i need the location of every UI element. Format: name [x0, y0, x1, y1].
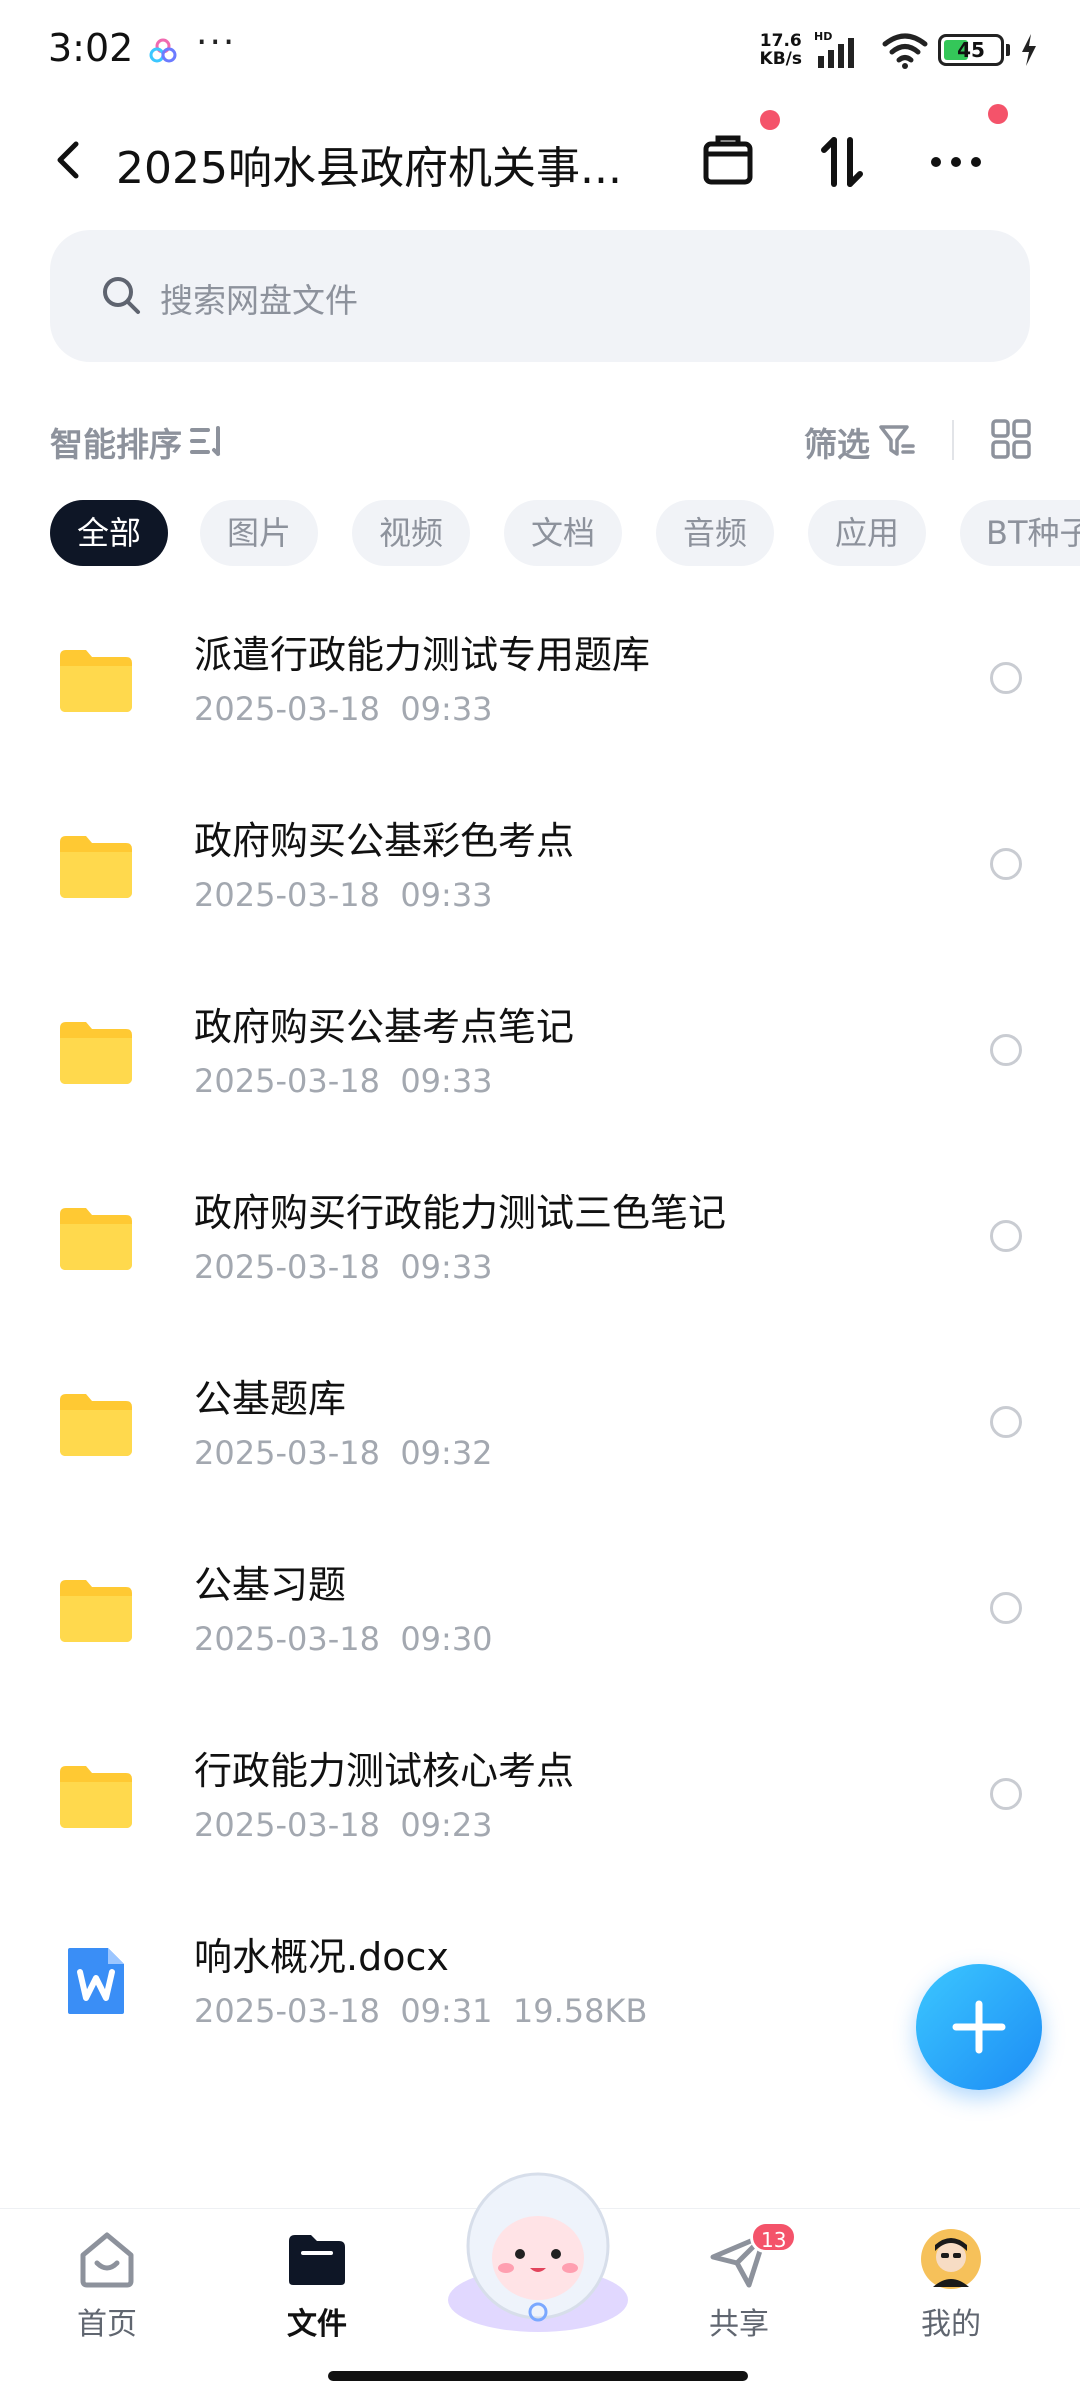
select-checkbox[interactable]: [990, 1592, 1022, 1624]
app-notification-icon: [149, 38, 177, 63]
mascot-icon[interactable]: [436, 2150, 640, 2336]
divider: [952, 420, 954, 460]
add-button[interactable]: [916, 1964, 1042, 2090]
sort-button[interactable]: 智能排序: [50, 418, 182, 466]
status-more-icon: ···: [196, 22, 237, 63]
home-icon: [80, 2232, 134, 2288]
battery-percent: 45: [957, 38, 985, 62]
file-name: 公基题库: [194, 1377, 347, 1421]
list-item[interactable]: 政府购买公基彩色考点 2025-03-18 09:33: [0, 786, 1080, 972]
nav-label: 我的: [921, 2307, 981, 2342]
category-chips: 全部 图片 视频 文档 音频 应用 BT种子: [50, 500, 1080, 568]
charging-icon: [1022, 34, 1036, 66]
folder-icon: [60, 1394, 132, 1456]
status-indicators: 17.6 KB/s HD 45: [760, 28, 1038, 72]
folder-icon: [60, 650, 132, 712]
file-meta: 2025-03-18 09:33: [194, 690, 493, 728]
nav-label: 首页: [77, 2307, 137, 2342]
chip-apps[interactable]: 应用: [808, 500, 926, 566]
select-checkbox[interactable]: [990, 662, 1022, 694]
folder-icon: [60, 1766, 132, 1828]
nav-profile[interactable]: 我的: [876, 2227, 1026, 2343]
home-indicator[interactable]: [328, 2371, 748, 2381]
file-name: 政府购买行政能力测试三色笔记: [194, 1191, 727, 1235]
file-meta: 2025-03-18 09:31 19.58KB: [194, 1992, 648, 2030]
select-checkbox[interactable]: [990, 848, 1022, 880]
sort-order-icon[interactable]: [190, 424, 226, 458]
chip-images[interactable]: 图片: [200, 500, 318, 566]
select-checkbox[interactable]: [990, 1778, 1022, 1810]
folder-icon: [289, 2235, 345, 2285]
file-name: 政府购买公基彩色考点: [194, 819, 575, 863]
file-name: 派遣行政能力测试专用题库: [194, 633, 651, 677]
list-item[interactable]: 行政能力测试核心考点 2025-03-18 09:23: [0, 1716, 1080, 1902]
notification-dot: [760, 110, 780, 130]
list-item[interactable]: 公基习题 2025-03-18 09:30: [0, 1530, 1080, 1716]
battery-tip: [1006, 44, 1010, 56]
folder-icon: [60, 1022, 132, 1084]
nav-label: 文件: [287, 2307, 347, 2342]
search-icon: [103, 277, 140, 314]
network-speed: 17.6 KB/s: [759, 31, 802, 69]
file-name: 响水概况.docx: [194, 1935, 449, 1979]
search-bar[interactable]: 搜索网盘文件: [50, 230, 1030, 362]
file-meta: 2025-03-18 09:30: [194, 1620, 493, 1658]
file-name: 公基习题: [194, 1563, 347, 1607]
page-title: 2025响水县政府机关事...: [116, 143, 622, 194]
file-meta: 2025-03-18 09:23: [194, 1806, 493, 1844]
plus-icon: [952, 2000, 1006, 2054]
clipboard-icon[interactable]: [698, 132, 758, 192]
chip-documents[interactable]: 文档: [504, 500, 622, 566]
battery-icon: 45: [938, 34, 1004, 66]
filter-button[interactable]: 筛选: [804, 418, 870, 466]
header: 2025响水县政府机关事...: [0, 104, 1080, 210]
chip-all[interactable]: 全部: [50, 500, 168, 566]
select-checkbox[interactable]: [990, 1034, 1022, 1066]
grid-view-icon[interactable]: [990, 418, 1032, 460]
search-input[interactable]: 搜索网盘文件: [160, 274, 358, 322]
folder-icon: [60, 1580, 132, 1642]
file-name: 行政能力测试核心考点: [194, 1749, 575, 1793]
notification-badge: 13: [750, 2221, 798, 2253]
chip-audio[interactable]: 音频: [656, 500, 774, 566]
nav-label: 共享: [709, 2307, 769, 2342]
file-meta: 2025-03-18 09:33: [194, 1062, 493, 1100]
nav-files[interactable]: 文件: [242, 2227, 392, 2343]
status-time: 3:02: [48, 26, 134, 70]
word-document-icon: [68, 1948, 124, 2014]
nav-share[interactable]: 13 共享: [664, 2221, 814, 2343]
file-meta: 2025-03-18 09:33: [194, 876, 493, 914]
avatar-icon: [921, 2229, 981, 2289]
list-item[interactable]: 公基题库 2025-03-18 09:32: [0, 1344, 1080, 1530]
list-item[interactable]: 派遣行政能力测试专用题库 2025-03-18 09:33: [0, 600, 1080, 786]
folder-icon: [60, 1208, 132, 1270]
notification-dot: [988, 104, 1008, 124]
list-item[interactable]: 政府购买行政能力测试三色笔记 2025-03-18 09:33: [0, 1158, 1080, 1344]
more-icon[interactable]: [926, 132, 986, 192]
folder-icon: [60, 836, 132, 898]
wifi-icon: [882, 33, 928, 69]
file-meta: 2025-03-18 09:32: [194, 1434, 493, 1472]
chevron-left-icon[interactable]: [44, 134, 96, 186]
status-bar: 3:02 ··· 17.6 KB/s HD 45: [0, 0, 1080, 100]
select-checkbox[interactable]: [990, 1406, 1022, 1438]
list-item[interactable]: 政府购买公基考点笔记 2025-03-18 09:33: [0, 972, 1080, 1158]
sort-arrows-icon[interactable]: [812, 132, 872, 192]
nav-home[interactable]: 首页: [32, 2227, 182, 2343]
sort-toolbar: 智能排序 筛选: [0, 410, 1080, 470]
filter-icon[interactable]: [878, 422, 916, 460]
signal-icon: HD: [814, 30, 854, 68]
select-checkbox[interactable]: [990, 1220, 1022, 1252]
chip-bt-torrents[interactable]: BT种子: [960, 500, 1080, 566]
chip-videos[interactable]: 视频: [352, 500, 470, 566]
file-name: 政府购买公基考点笔记: [194, 1005, 575, 1049]
network-type-label: HD: [814, 30, 832, 43]
file-meta: 2025-03-18 09:33: [194, 1248, 493, 1286]
